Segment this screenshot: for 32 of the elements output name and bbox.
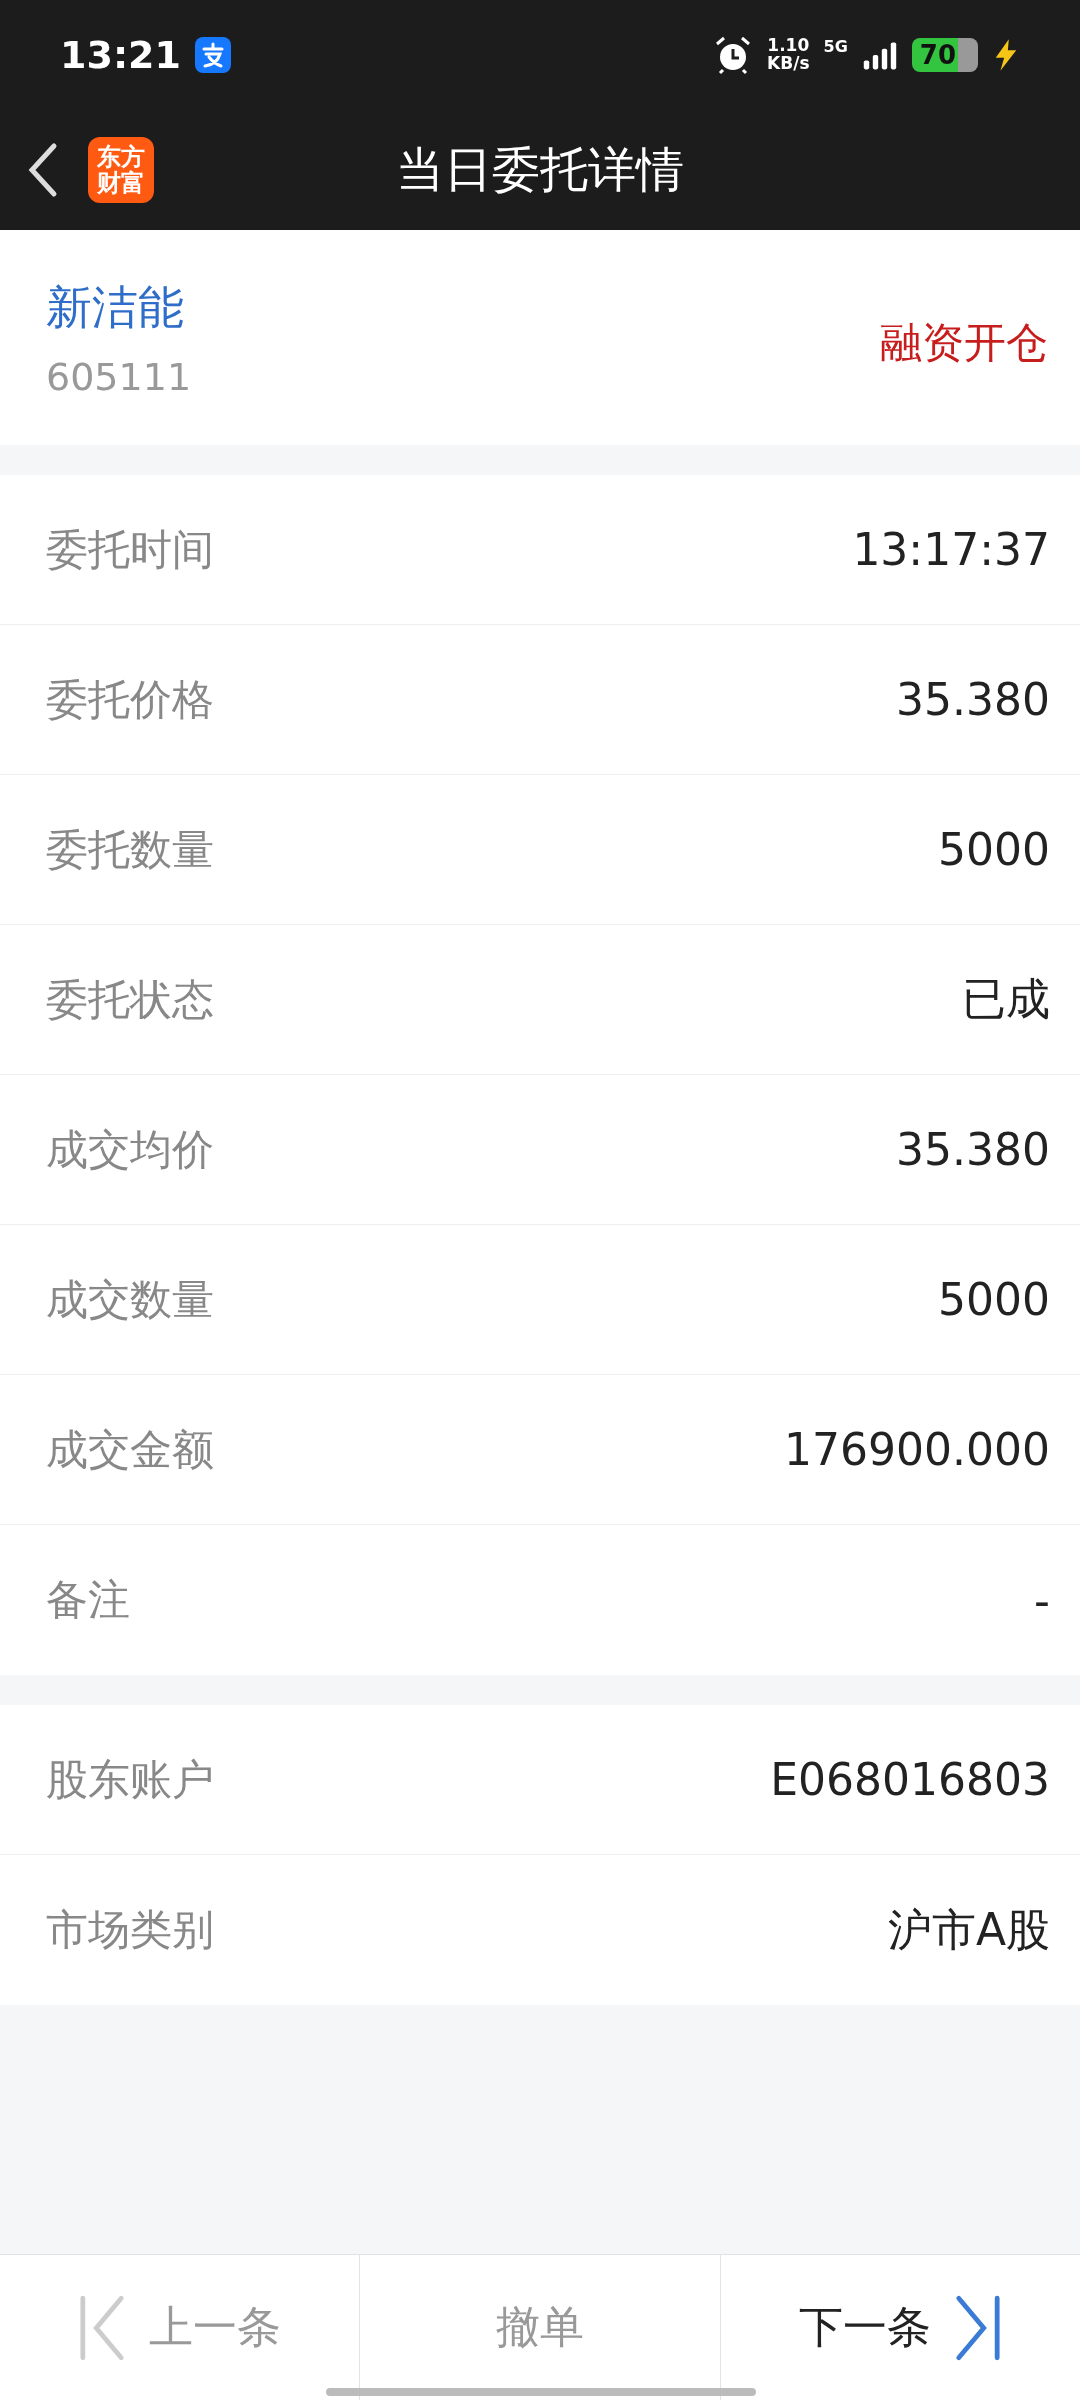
payment-app-icon (194, 37, 231, 73)
order-type: 融资开仓 (880, 316, 1048, 369)
field-label: 市场类别 (46, 1904, 214, 1956)
page-title: 当日委托详情 (396, 140, 684, 199)
field-value: E068016803 (770, 1754, 1050, 1805)
stock-code: 605111 (46, 354, 193, 399)
field-label: 委托价格 (46, 673, 214, 726)
field-label: 成交均价 (46, 1123, 214, 1176)
field-value: 沪市A股 (887, 1902, 1050, 1957)
network-speed: 1.10 KB/s (767, 37, 810, 73)
field-label: 股东账户 (46, 1753, 214, 1806)
field-label: 成交数量 (46, 1273, 214, 1326)
field-value: 5000 (938, 824, 1050, 875)
clock-time: 13:21 (60, 33, 181, 77)
field-value: 176900.000 (784, 1424, 1050, 1475)
back-icon[interactable] (28, 142, 58, 198)
field-value: 5000 (938, 1274, 1050, 1325)
field-value: 已成 (962, 972, 1050, 1026)
field-value: 35.380 (896, 1124, 1050, 1175)
app-logo: 东方 财富 (88, 137, 154, 203)
network-type: 5G (823, 36, 848, 56)
stock-name: 新洁能 (46, 278, 185, 336)
field-label: 成交金额 (46, 1423, 214, 1476)
field-label: 委托数量 (46, 823, 214, 876)
field-value: - (1034, 1574, 1050, 1626)
signal-icon (861, 40, 898, 70)
field-label: 备注 (46, 1574, 130, 1626)
battery-indicator: 70 (911, 38, 978, 72)
field-value: 35.380 (896, 674, 1050, 725)
field-value: 13:17:37 (852, 524, 1050, 575)
field-label: 委托时间 (46, 523, 214, 576)
field-label: 委托状态 (46, 973, 214, 1026)
